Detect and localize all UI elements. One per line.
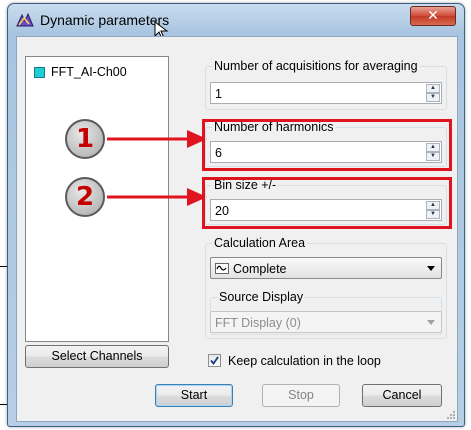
keep-in-loop-checkbox[interactable]	[208, 354, 221, 367]
annotation-arrow-1	[107, 130, 207, 148]
acquisitions-spin-buttons[interactable]: ▲ ▼	[426, 84, 440, 102]
source-display-label: Source Display	[217, 290, 306, 304]
spin-down-icon[interactable]: ▼	[426, 93, 440, 102]
keep-in-loop-label: Keep calculation in the loop	[228, 354, 381, 368]
waveform-icon	[215, 263, 229, 274]
source-display-value: FFT Display (0)	[215, 316, 301, 330]
annotation-marker-2: 2	[65, 177, 105, 217]
channel-color-swatch	[34, 66, 45, 78]
resize-grip-icon[interactable]	[446, 410, 456, 420]
dialog-body: FFT_AI-Ch00 1 2 Select Channels Number o…	[16, 36, 458, 422]
channel-list-item[interactable]: FFT_AI-Ch00	[34, 65, 127, 79]
highlight-box-1	[202, 119, 452, 171]
channel-label: FFT_AI-Ch00	[51, 65, 127, 79]
calculation-area-dropdown[interactable]: Complete	[210, 257, 442, 279]
annotation-arrow-2	[107, 188, 207, 206]
window-title: Dynamic parameters	[40, 12, 170, 28]
source-display-dropdown[interactable]: FFT Display (0)	[210, 311, 442, 333]
select-channels-button[interactable]: Select Channels	[25, 345, 169, 368]
stop-button[interactable]: Stop	[262, 384, 340, 407]
app-window-icon	[16, 12, 34, 27]
acquisitions-value: 1	[215, 87, 222, 101]
close-x-icon: ✕	[427, 8, 439, 24]
spin-up-icon[interactable]: ▲	[426, 84, 440, 93]
acquisitions-label: Number of acquisitions for averaging	[212, 59, 420, 73]
calculation-area-value: Complete	[233, 262, 287, 276]
chevron-down-icon	[427, 320, 435, 325]
checkmark-icon	[210, 356, 219, 365]
start-button[interactable]: Start	[155, 384, 233, 407]
annotation-marker-1: 1	[65, 119, 105, 159]
chevron-down-icon	[427, 266, 435, 271]
cancel-button[interactable]: Cancel	[362, 384, 442, 407]
title-bar[interactable]: Dynamic parameters ✕	[8, 4, 464, 40]
calculation-area-label: Calculation Area	[212, 236, 308, 250]
close-button[interactable]: ✕	[410, 6, 456, 26]
dialog-window: Dynamic parameters ✕ FFT_AI-Ch00 1 2 Sel…	[7, 3, 465, 427]
highlight-box-2	[202, 177, 452, 229]
acquisitions-stepper[interactable]: 1 ▲ ▼	[210, 82, 442, 104]
